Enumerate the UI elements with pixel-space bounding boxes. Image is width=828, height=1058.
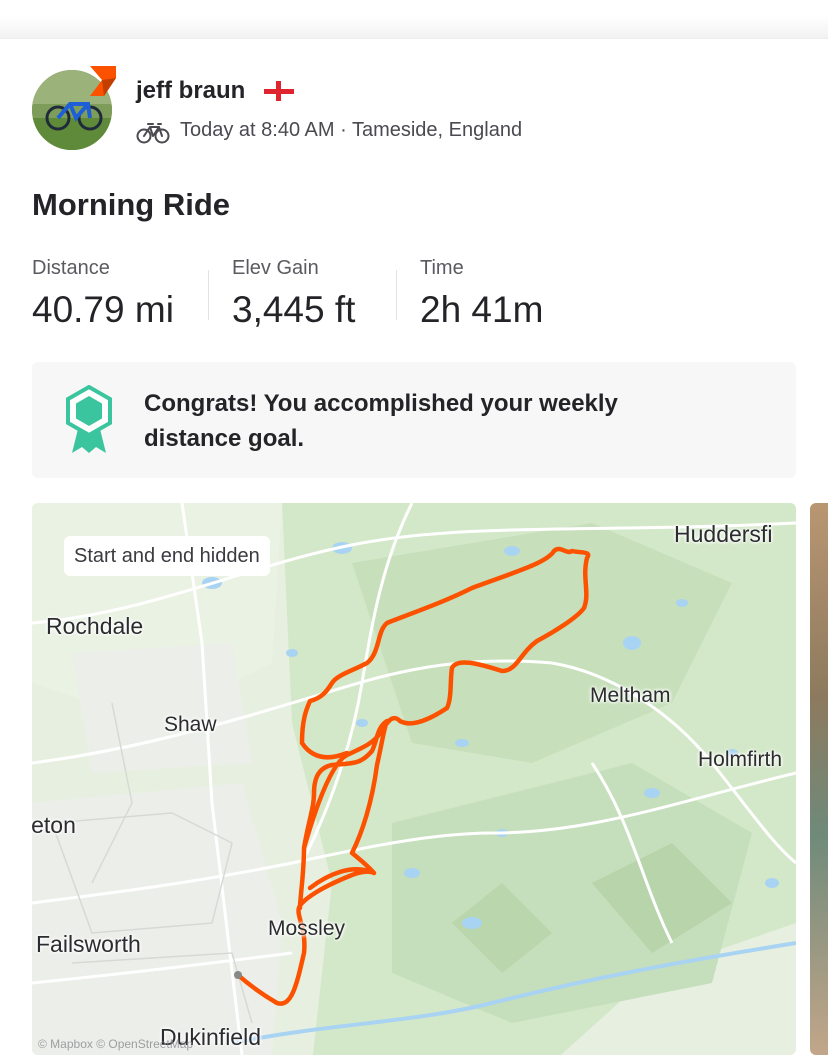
privacy-zone-pill: Start and end hidden <box>64 536 270 576</box>
goal-message-line2: distance goal. <box>144 425 305 452</box>
next-media-photo[interactable] <box>810 503 828 1055</box>
award-ribbon-icon <box>66 385 112 453</box>
map-label-leton: leton <box>32 812 76 838</box>
map-label-holmfirth: Holmfirth <box>698 748 783 771</box>
map-label-rochdale: Rochdale <box>46 613 144 639</box>
activity-title[interactable]: Morning Ride <box>32 187 230 223</box>
map-label-meltham: Meltham <box>590 684 671 707</box>
map-label-shaw: Shaw <box>164 713 217 736</box>
map-canvas <box>32 503 796 1055</box>
stat-distance-value: 40.79 mi <box>32 289 174 330</box>
athlete-name[interactable]: jeff braun <box>136 77 245 105</box>
route-map[interactable]: Start and end hidden Huddersfi Rochdale … <box>32 503 796 1055</box>
stat-divider <box>208 270 209 320</box>
stat-time-value: 2h 41m <box>420 289 544 330</box>
stat-divider <box>396 270 397 320</box>
header-shadow <box>0 16 828 39</box>
stat-elevation-value: 3,445 ft <box>232 289 356 330</box>
stat-elevation-label: Elev Gain <box>232 257 319 279</box>
goal-message: Congrats! You accomplished your weekly d… <box>144 386 664 456</box>
map-label-mossley: Mossley <box>268 917 346 940</box>
england-flag-icon <box>264 81 294 101</box>
map-label-failsworth: Failsworth <box>36 931 141 957</box>
bicycle-icon <box>136 123 170 144</box>
top-strip <box>0 0 828 39</box>
goal-message-line1: Congrats! You accomplished your weekly <box>144 390 618 417</box>
stat-distance-label: Distance <box>32 257 110 279</box>
activity-meta: Today at 8:40 AM · Tameside, England <box>180 119 523 141</box>
map-attribution[interactable]: © Mapbox © OpenStreetMap <box>38 1037 193 1051</box>
subscriber-badge-icon <box>90 66 116 96</box>
map-label-huddersfield: Huddersfi <box>674 521 773 547</box>
stat-time-label: Time <box>420 257 464 279</box>
